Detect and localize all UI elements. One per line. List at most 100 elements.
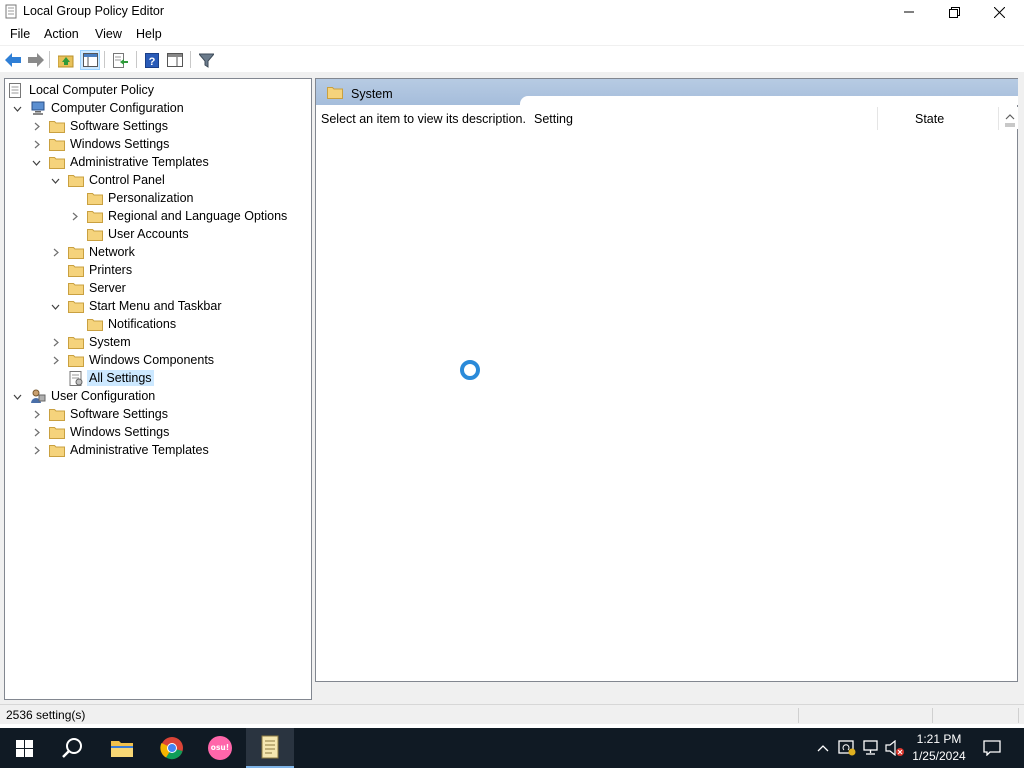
show-hide-action-pane-button[interactable] <box>165 50 185 70</box>
tree-node-label: Personalization <box>108 191 194 205</box>
menu-file[interactable]: File <box>10 27 30 41</box>
network-tray-button[interactable] <box>860 728 882 768</box>
start-icon <box>15 739 33 757</box>
tree-node[interactable]: Software Settings <box>30 117 170 135</box>
help-button[interactable]: ? <box>142 50 162 70</box>
tree-node[interactable]: Start Menu and Taskbar <box>49 297 223 315</box>
search-button[interactable] <box>48 728 96 768</box>
chevron-right-icon[interactable] <box>30 120 43 133</box>
back-arrow-icon <box>4 53 21 67</box>
chevron-right-icon[interactable] <box>30 138 43 151</box>
show-hidden-icons-button[interactable] <box>812 728 834 768</box>
tree-node[interactable]: Windows Components <box>49 351 216 369</box>
scroll-up-button[interactable] <box>1002 107 1018 129</box>
tree-node[interactable]: User Configuration <box>11 387 157 405</box>
column-header-setting[interactable]: Setting <box>534 105 573 132</box>
chevron-down-icon[interactable] <box>49 174 62 187</box>
chevron-right-icon[interactable] <box>68 210 81 223</box>
menu-view[interactable]: View <box>95 27 122 41</box>
folder-icon <box>49 119 65 133</box>
chevron-right-icon[interactable] <box>49 336 62 349</box>
folder-icon <box>327 87 343 99</box>
tree-node[interactable]: Windows Settings <box>30 135 171 153</box>
clock-time: 1:21 PM <box>916 732 962 746</box>
chrome-taskbar-button[interactable] <box>148 728 196 768</box>
clock[interactable]: 1:21 PM 1/25/2024 <box>905 731 973 765</box>
menu-help[interactable]: Help <box>136 27 162 41</box>
menu-action[interactable]: Action <box>44 27 79 41</box>
chevron-right-icon[interactable] <box>49 246 62 259</box>
column-header-state[interactable]: State <box>915 105 944 132</box>
chevron-up-icon <box>1005 114 1015 127</box>
svg-text:?: ? <box>149 56 156 68</box>
export-list-button[interactable] <box>110 50 130 70</box>
start-button[interactable] <box>0 728 48 768</box>
action-pane-icon <box>167 53 183 67</box>
forward-button[interactable] <box>25 50 45 70</box>
volume-muted-icon <box>885 740 904 756</box>
tree-node-label: All Settings <box>87 370 154 386</box>
all-settings-icon <box>68 370 84 386</box>
folder-up-icon <box>58 55 74 67</box>
folder-icon <box>68 335 84 349</box>
tree-node-label: Windows Settings <box>70 425 170 439</box>
restore-button[interactable] <box>931 0 977 24</box>
details-header: System <box>316 79 1018 105</box>
file-explorer-taskbar-button[interactable] <box>98 728 146 768</box>
up-one-level-button[interactable] <box>56 50 76 70</box>
tree-node-label: Printers <box>89 263 133 277</box>
horizontal-scrollbar[interactable] <box>315 682 1018 699</box>
chevron-down-icon[interactable] <box>30 156 43 169</box>
volume-tray-button[interactable] <box>884 728 906 768</box>
tree-node-label: Start Menu and Taskbar <box>89 299 222 313</box>
chevron-right-icon[interactable] <box>30 408 43 421</box>
status-text: 2536 setting(s) <box>6 708 86 722</box>
tree-node[interactable]: Windows Settings <box>30 423 171 441</box>
folder-icon <box>87 209 103 223</box>
client-area: Local Computer Policy Computer Configurat… <box>0 72 1024 704</box>
tree-node-label: System <box>89 335 131 349</box>
tree-node[interactable]: All Settings <box>49 369 154 387</box>
filter-options-button[interactable] <box>196 50 216 70</box>
chevron-right-icon[interactable] <box>49 354 62 367</box>
help-icon: ? <box>145 52 159 68</box>
taskbar: osu! 1:21 PM 1/25/2024 <box>0 728 1024 768</box>
back-button[interactable] <box>3 50 23 70</box>
tree-node[interactable]: Software Settings <box>30 405 170 423</box>
chevron-right-icon[interactable] <box>30 426 43 439</box>
tree-node-label: Network <box>89 245 135 259</box>
tree-node[interactable]: Regional and Language Options <box>68 207 289 225</box>
close-button[interactable] <box>976 0 1022 24</box>
tree-node[interactable]: Administrative Templates <box>30 153 211 171</box>
tree-node[interactable]: System <box>49 333 133 351</box>
policy-doc-icon <box>5 4 17 19</box>
tree-node-label: Regional and Language Options <box>108 209 288 223</box>
group-policy-editor-taskbar-button[interactable] <box>246 728 294 768</box>
chevron-down-icon[interactable] <box>49 300 62 313</box>
tree-node[interactable]: User Accounts <box>68 225 191 243</box>
security-tray-button[interactable] <box>836 728 858 768</box>
osu-label: osu! <box>210 743 230 752</box>
chevron-down-icon[interactable] <box>11 390 24 403</box>
tree-node[interactable]: Notifications <box>68 315 178 333</box>
tree-node[interactable]: Computer Configuration <box>11 99 186 117</box>
chevron-right-icon[interactable] <box>30 444 43 457</box>
minimize-button[interactable] <box>886 0 932 24</box>
tree-node-label: Windows Components <box>89 353 215 367</box>
notifications-button[interactable] <box>980 728 1004 768</box>
tree-node-label: Administrative Templates <box>70 443 209 457</box>
tree-node[interactable]: Printers <box>49 261 134 279</box>
osu-taskbar-button[interactable]: osu! <box>196 728 244 768</box>
tree-node[interactable]: Server <box>49 279 128 297</box>
show-hide-tree-button[interactable] <box>80 50 100 70</box>
tree-node[interactable]: Administrative Templates <box>30 441 211 459</box>
tree-node[interactable]: Local Computer Policy <box>8 81 156 99</box>
tree-node[interactable]: Network <box>49 243 137 261</box>
chevron-down-icon[interactable] <box>11 102 24 115</box>
tree-node[interactable]: Personalization <box>68 189 195 207</box>
tree-node[interactable]: Control Panel <box>49 171 167 189</box>
tree-node-label: User Accounts <box>108 227 189 241</box>
window-title: Local Group Policy Editor <box>23 4 165 18</box>
